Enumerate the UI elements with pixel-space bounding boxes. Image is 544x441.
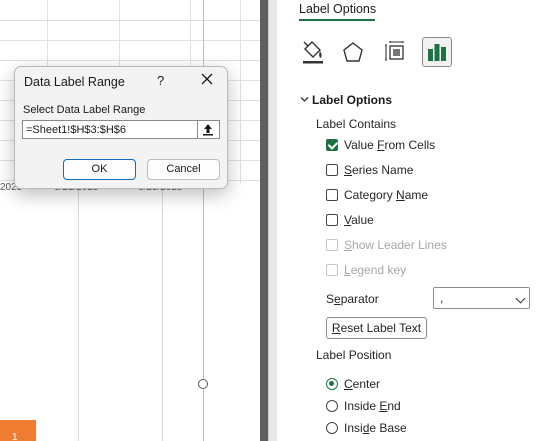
checkbox-icon xyxy=(326,264,338,276)
option-label: Value xyxy=(344,213,374,227)
chart-gridline xyxy=(78,183,79,441)
option-label: Inside End xyxy=(344,399,401,413)
bar-chart-icon[interactable] xyxy=(422,37,452,67)
range-input[interactable] xyxy=(22,120,198,139)
option-label: Value From Cells xyxy=(344,138,436,152)
label-position-heading: Label Position xyxy=(316,348,392,362)
help-button[interactable]: ? xyxy=(157,73,164,88)
section-title: Label Options xyxy=(312,93,393,107)
cancel-button[interactable]: Cancel xyxy=(147,159,220,180)
chevron-down-icon xyxy=(300,93,312,107)
dialog-title: Data Label Range xyxy=(24,75,125,89)
gridline xyxy=(0,60,260,61)
checkbox-icon xyxy=(326,189,338,201)
option-label: Series Name xyxy=(344,163,414,177)
collapse-dialog-icon[interactable] xyxy=(198,120,220,139)
option-label: Center xyxy=(344,377,381,391)
range-prompt: Select Data Label Range xyxy=(23,104,146,116)
pentagon-icon[interactable] xyxy=(338,37,368,67)
option-label: Show Leader Lines xyxy=(344,238,447,252)
separator-dropdown[interactable]: , xyxy=(433,287,530,309)
checkbox-icon xyxy=(326,214,338,226)
chart-gridline xyxy=(162,183,163,441)
option-label: Inside Base xyxy=(344,421,407,435)
checkbox-icon xyxy=(326,239,338,251)
highlighted-cell[interactable]: 1 xyxy=(0,420,36,441)
pane-splitter[interactable] xyxy=(260,0,268,441)
gridline xyxy=(0,40,260,41)
checkbox-checked-icon xyxy=(326,139,338,151)
radio-icon xyxy=(326,422,338,434)
format-data-labels-pane: Label Options Label Options Label Contai… xyxy=(277,0,544,441)
data-label-range-dialog: Data Label Range ? Select Data Label Ran… xyxy=(14,66,228,189)
section-label-options[interactable]: Label Options xyxy=(300,93,392,107)
option-label: Legend key xyxy=(344,263,407,277)
radio-selected-icon xyxy=(326,378,338,390)
chart-resize-handle[interactable] xyxy=(198,379,208,389)
checkbox-icon xyxy=(326,164,338,176)
tab-label-options[interactable]: Label Options xyxy=(299,2,376,16)
ok-button[interactable]: OK xyxy=(63,159,136,180)
fill-bucket-icon[interactable] xyxy=(297,37,327,67)
option-label: Category Name xyxy=(344,188,429,202)
chevron-down-icon xyxy=(515,293,526,304)
reset-label-text-button[interactable]: Reset Label Text xyxy=(326,317,427,339)
separator-label: Separator xyxy=(326,292,379,306)
gridline xyxy=(0,20,260,21)
tab-underline xyxy=(299,19,375,21)
cell-value: 1 xyxy=(12,432,18,441)
radio-icon xyxy=(326,400,338,412)
label-contains-heading: Label Contains xyxy=(316,117,397,131)
separator-value: , xyxy=(440,291,444,305)
close-icon[interactable] xyxy=(199,71,215,87)
size-properties-icon[interactable] xyxy=(381,37,411,67)
gridline xyxy=(240,0,241,183)
